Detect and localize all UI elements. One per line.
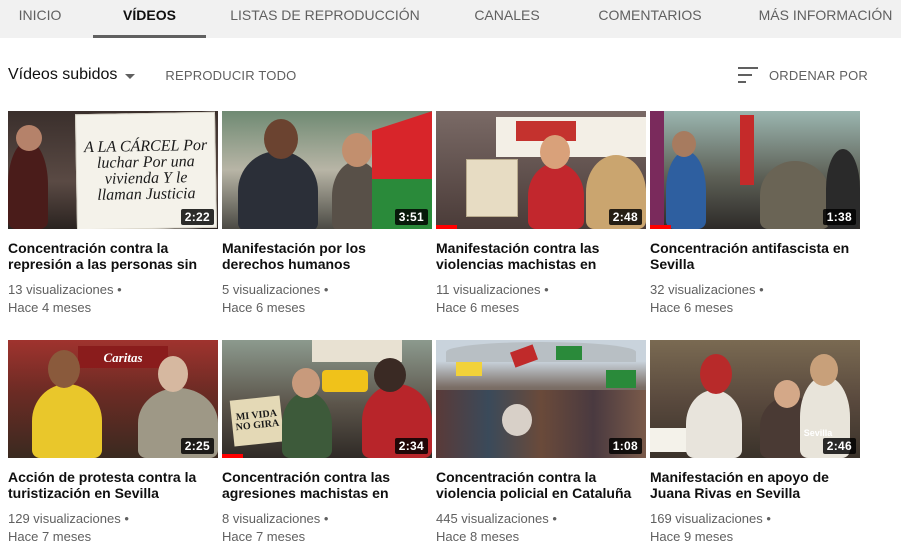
video-duration: 1:08 [608, 438, 642, 454]
protest-sign: MI VIDA NO GIRA [229, 395, 285, 447]
video-duration: 2:34 [394, 438, 428, 454]
tab-channels[interactable]: CANALES [460, 0, 554, 38]
video-card[interactable]: Sevilla 2:46 Manifestación en apoyo de J… [650, 340, 860, 546]
video-meta: 13 visualizaciones • Hace 4 meses [8, 281, 218, 317]
sign-text: A LA CÁRCEL Por luchar Por una vivienda … [83, 136, 208, 204]
video-views: 5 visualizaciones [222, 282, 321, 297]
sign-text: Sevilla [803, 427, 833, 438]
uploads-dropdown-label: Vídeos subidos [8, 66, 118, 83]
video-age: Hace 4 meses [8, 300, 92, 315]
video-age: Hace 9 meses [650, 529, 734, 544]
video-meta: 5 visualizaciones • Hace 6 meses [222, 281, 432, 317]
video-title[interactable]: Concentración contra la violencia polici… [436, 469, 646, 501]
video-thumbnail[interactable]: 1:38 [650, 111, 860, 229]
video-duration: 2:25 [180, 438, 214, 454]
sort-by-button[interactable]: ORDENAR POR [738, 62, 868, 88]
uploads-dropdown[interactable]: Vídeos subidos [8, 66, 136, 84]
watch-progress-bar [650, 225, 671, 229]
sign-text: Caritas [103, 349, 143, 365]
tab-about[interactable]: MÁS INFORMACIÓN [750, 0, 901, 38]
video-age: Hace 6 meses [650, 300, 734, 315]
video-views: 11 visualizaciones [436, 282, 541, 297]
video-thumbnail[interactable]: 1:08 [436, 340, 646, 458]
video-meta: 445 visualizaciones • Hace 8 meses [436, 510, 646, 546]
video-views: 445 visualizaciones [436, 511, 549, 526]
video-thumbnail[interactable]: MI VIDA NO GIRA 2:34 [222, 340, 432, 458]
play-all-button[interactable]: REPRODUCIR TODO [165, 68, 296, 83]
video-meta: 169 visualizaciones • Hace 9 meses [650, 510, 860, 546]
sort-icon [738, 67, 758, 83]
tab-playlists[interactable]: LISTAS DE REPRODUCCIÓN [226, 0, 424, 38]
video-meta: 8 visualizaciones • Hace 7 meses [222, 510, 432, 546]
video-thumbnail[interactable]: Caritas 2:25 [8, 340, 218, 458]
video-card[interactable]: 1:08 Concentración contra la violencia p… [436, 340, 646, 546]
video-meta: 32 visualizaciones • Hace 6 meses [650, 281, 860, 317]
video-duration: 2:46 [822, 438, 856, 454]
video-meta: 11 visualizaciones • Hace 6 meses [436, 281, 646, 317]
video-thumbnail[interactable]: 2:48 [436, 111, 646, 229]
video-title[interactable]: Manifestación por los derechos humanos [222, 240, 432, 272]
video-views: 169 visualizaciones [650, 511, 763, 526]
shop-sign: Caritas [78, 346, 168, 368]
watch-progress-bar [222, 454, 243, 458]
video-title[interactable]: Concentración contra las agresiones mach… [222, 469, 432, 501]
video-title[interactable]: Acción de protesta contra la turistizaci… [8, 469, 218, 501]
video-age: Hace 7 meses [222, 529, 306, 544]
video-title[interactable]: Manifestación en apoyo de Juana Rivas en… [650, 469, 860, 501]
sign-text: MI VIDA NO GIRA [235, 407, 280, 434]
sort-by-label: ORDENAR POR [769, 67, 868, 83]
video-views: 13 visualizaciones [8, 282, 114, 297]
video-card[interactable]: Caritas 2:25 Acción de protesta contra l… [8, 340, 218, 546]
video-thumbnail[interactable]: 3:51 [222, 111, 432, 229]
video-views: 32 visualizaciones [650, 282, 756, 297]
video-card[interactable]: 1:38 Concentración antifascista en Sevil… [650, 111, 860, 317]
video-age: Hace 6 meses [222, 300, 306, 315]
video-thumbnail[interactable]: A LA CÁRCEL Por luchar Por una vivienda … [8, 111, 218, 229]
video-card[interactable]: MI VIDA NO GIRA 2:34 Concentración contr… [222, 340, 432, 546]
video-title[interactable]: Manifestación contra las violencias mach… [436, 240, 646, 272]
video-age: Hace 8 meses [436, 529, 520, 544]
watch-progress-bar [436, 225, 457, 229]
video-views: 129 visualizaciones [8, 511, 121, 526]
video-card[interactable]: A LA CÁRCEL Por luchar Por una vivienda … [8, 111, 218, 317]
video-title[interactable]: Concentración contra la represión a las … [8, 240, 218, 272]
tab-comments[interactable]: COMENTARIOS [590, 0, 710, 38]
video-duration: 3:51 [394, 209, 428, 225]
video-duration: 1:38 [822, 209, 856, 225]
caret-down-icon [125, 73, 136, 79]
tab-videos[interactable]: VÍDEOS [93, 0, 206, 38]
tab-inicio[interactable]: INICIO [8, 0, 72, 38]
video-age: Hace 7 meses [8, 529, 92, 544]
video-duration: 2:48 [608, 209, 642, 225]
video-card[interactable]: 3:51 Manifestación por los derechos huma… [222, 111, 432, 317]
video-card[interactable]: 2:48 Manifestación contra las violencias… [436, 111, 646, 317]
video-thumbnail[interactable]: Sevilla 2:46 [650, 340, 860, 458]
videos-toolbar: Vídeos subidos REPRODUCIR TODO [8, 62, 297, 88]
video-views: 8 visualizaciones [222, 511, 321, 526]
video-meta: 129 visualizaciones • Hace 7 meses [8, 510, 218, 546]
video-age: Hace 6 meses [436, 300, 520, 315]
video-title[interactable]: Concentración antifascista en Sevilla [650, 240, 860, 272]
video-duration: 2:22 [180, 209, 214, 225]
channel-tab-bar: INICIO VÍDEOS LISTAS DE REPRODUCCIÓN CAN… [0, 0, 901, 38]
